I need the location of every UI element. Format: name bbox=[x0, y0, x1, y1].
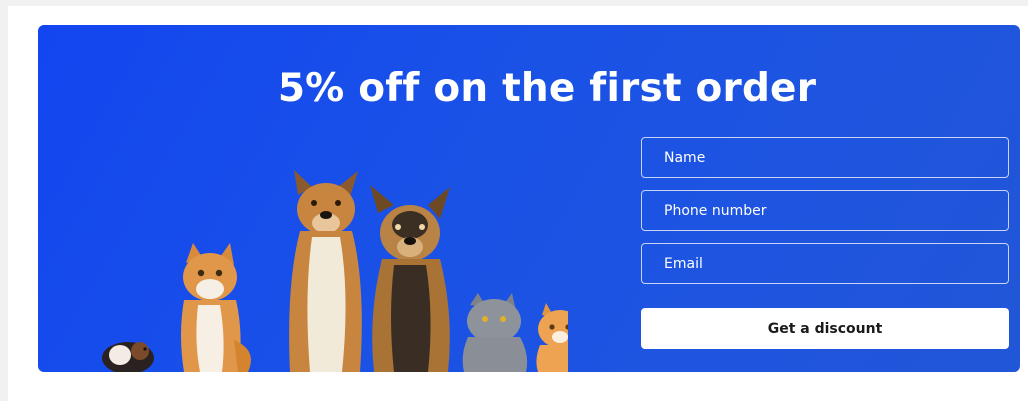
promo-title: 5% off on the first order bbox=[277, 66, 817, 111]
pets-illustration bbox=[102, 170, 568, 372]
get-discount-button[interactable]: Get a discount bbox=[641, 308, 1009, 349]
email-field[interactable] bbox=[641, 243, 1009, 284]
tan-dog-icon bbox=[289, 170, 362, 372]
ginger-kitten-icon bbox=[536, 303, 568, 372]
gray-kitten-icon bbox=[462, 293, 528, 372]
ginger-cat-icon bbox=[181, 243, 251, 372]
guinea-pig-icon bbox=[102, 342, 154, 372]
page: 5% off on the first order Name Phone num… bbox=[0, 0, 1028, 401]
name-field[interactable] bbox=[641, 137, 1009, 178]
phone-number-field[interactable] bbox=[641, 190, 1009, 231]
promo-banner: 5% off on the first order Name Phone num… bbox=[38, 25, 1020, 372]
shepherd-dog-icon bbox=[370, 185, 450, 372]
